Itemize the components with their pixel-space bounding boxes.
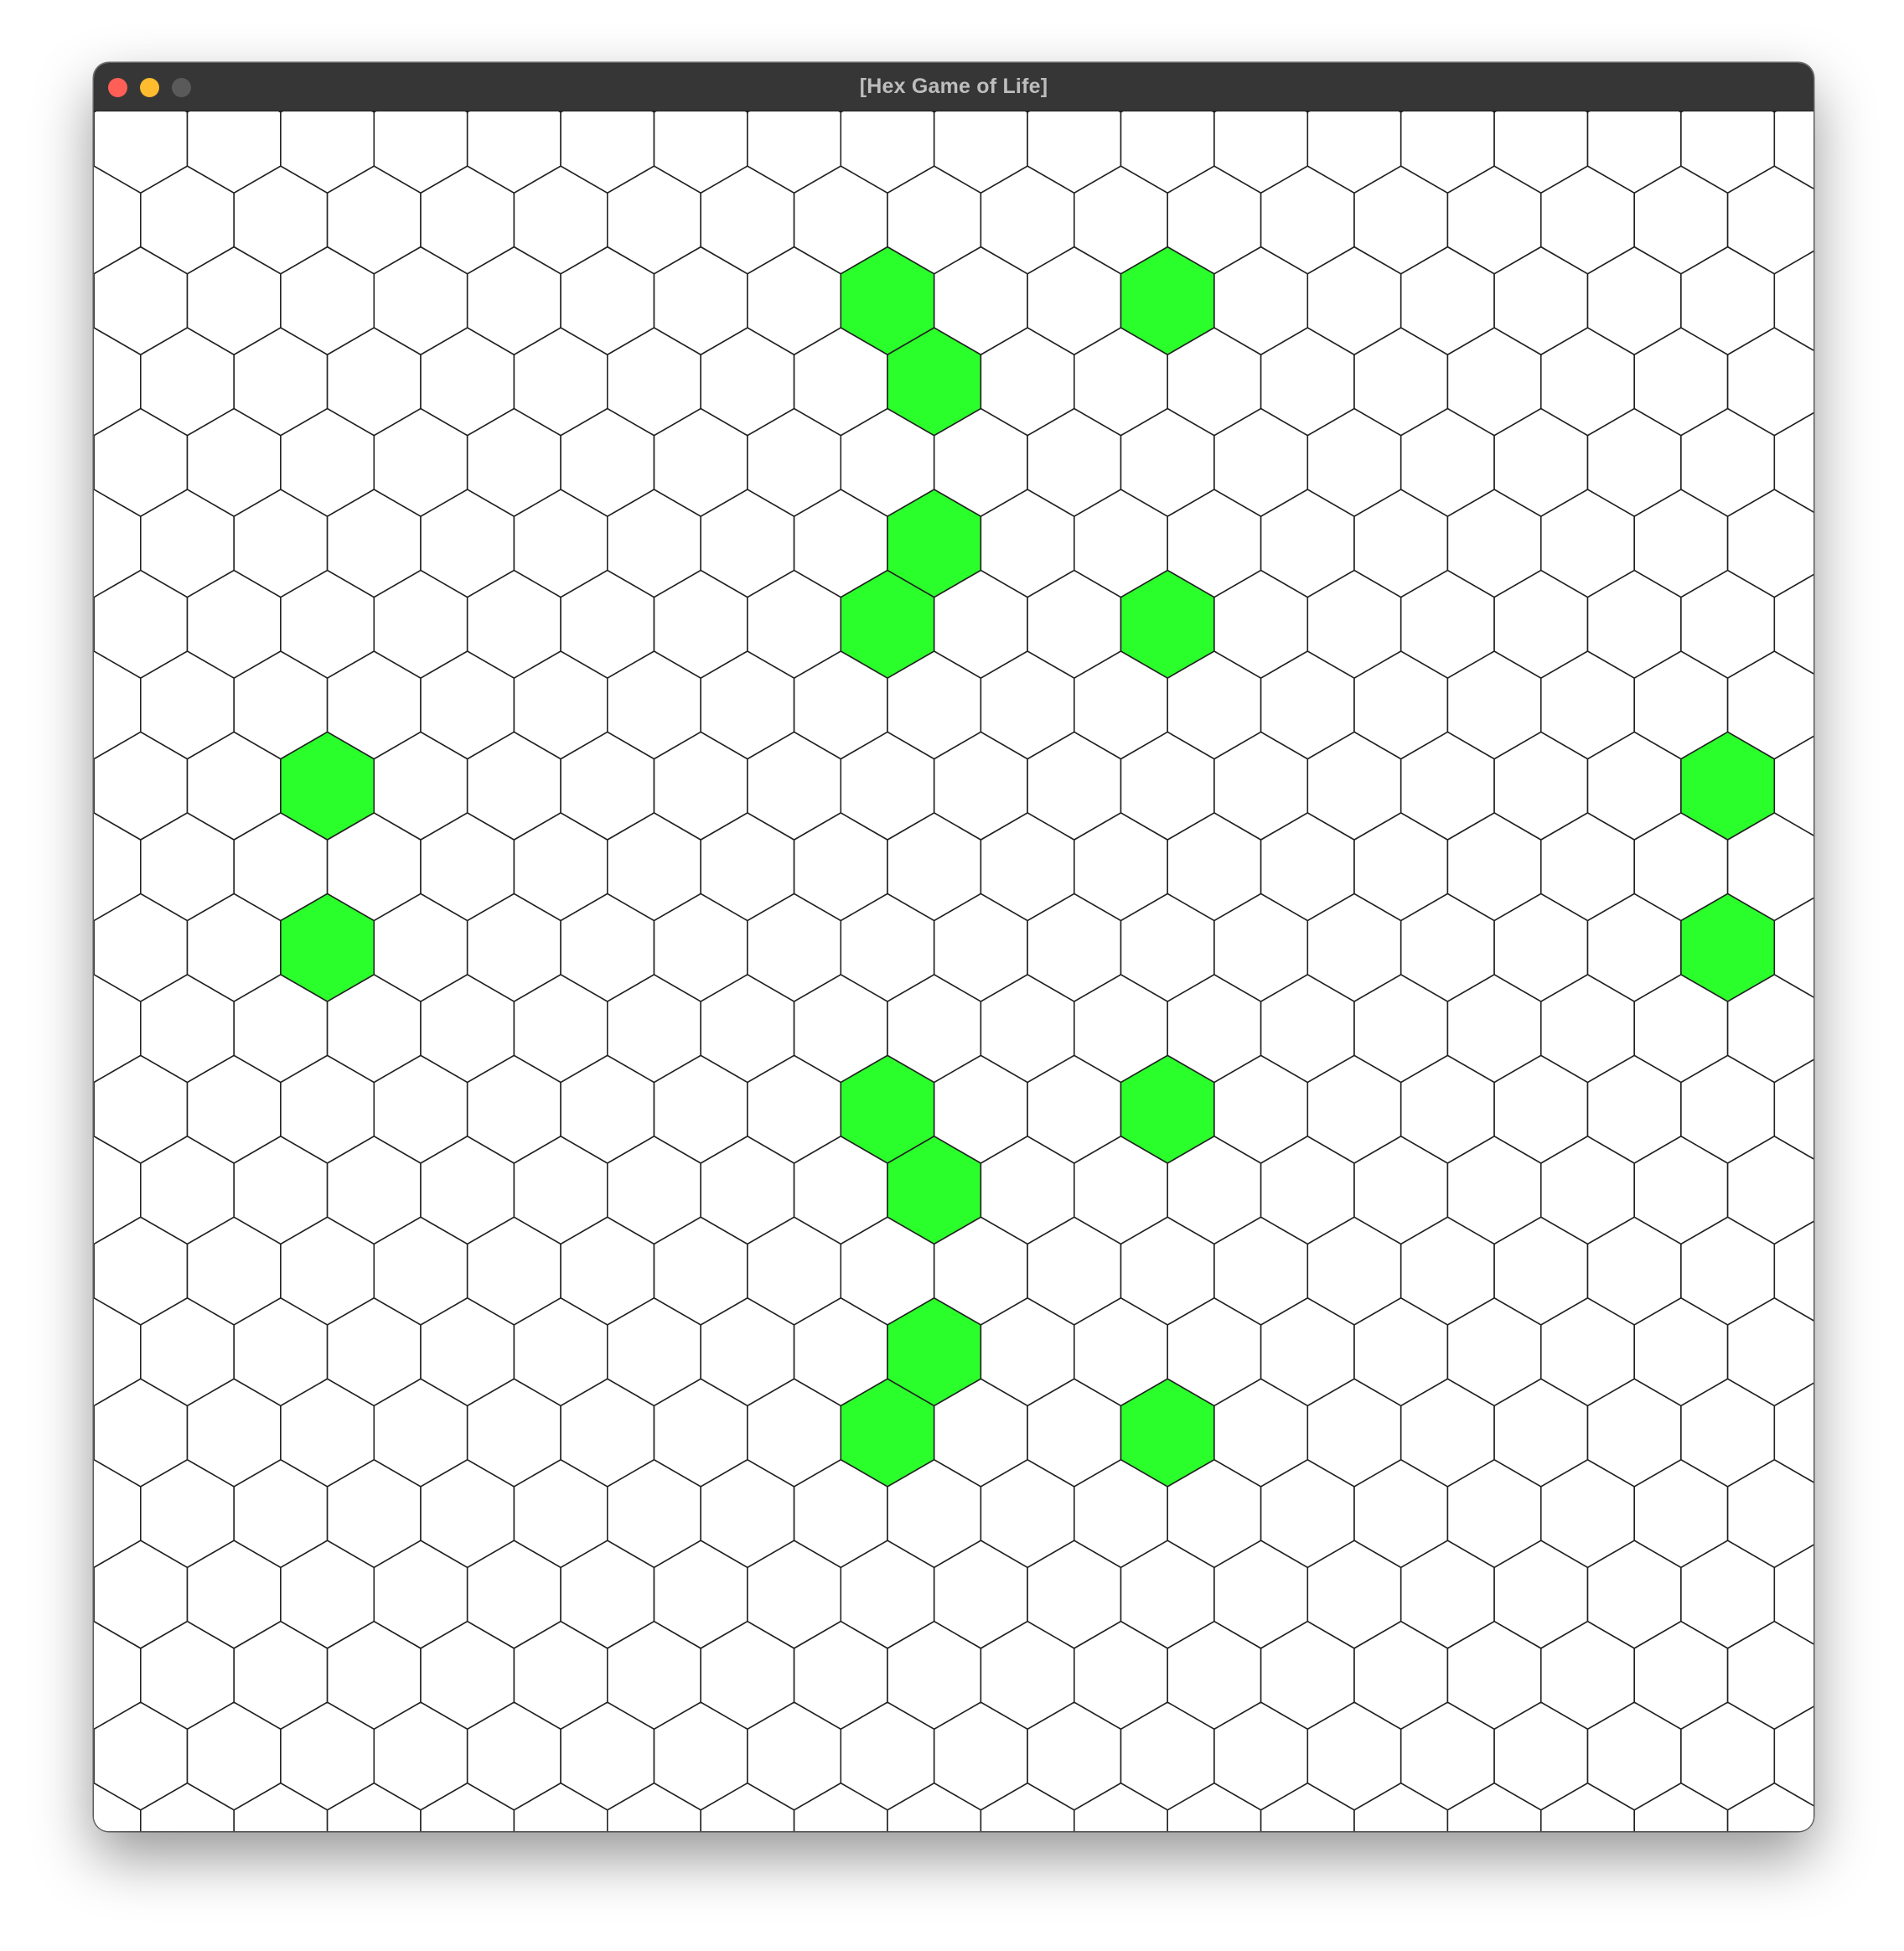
title-bar: [Hex Game of Life]	[94, 63, 1813, 111]
app-window: [Hex Game of Life]	[94, 63, 1813, 1831]
window-title: [Hex Game of Life]	[859, 75, 1048, 98]
hex-board[interactable]	[94, 111, 1813, 1831]
hex-grid[interactable]	[94, 111, 1813, 1831]
